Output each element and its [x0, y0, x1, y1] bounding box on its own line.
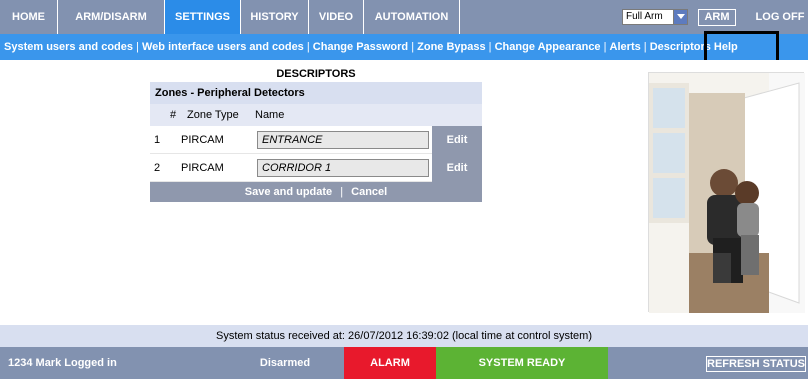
link-descriptors[interactable]: Descriptors: [650, 41, 711, 53]
arm-mode-value: Full Arm: [626, 11, 663, 22]
separator: |: [340, 186, 344, 198]
tab-arm-disarm[interactable]: ARM/DISARM: [58, 0, 165, 34]
chevron-down-icon[interactable]: [673, 10, 687, 24]
status-message: System status received at: 26/07/2012 16…: [0, 325, 808, 347]
edit-button[interactable]: Edit: [432, 126, 482, 154]
tab-automation[interactable]: AUTOMATION: [364, 0, 460, 34]
logoff-button[interactable]: LOG OFF: [752, 0, 808, 34]
bottom-status-bar: 1234 Mark Logged in Disarmed ALARM SYSTE…: [0, 347, 808, 379]
link-web-users[interactable]: Web interface users and codes: [142, 41, 304, 53]
arm-mode-select[interactable]: Full Arm: [622, 9, 688, 25]
row-num: 2: [154, 162, 161, 174]
link-change-appearance[interactable]: Change Appearance: [495, 41, 601, 53]
separator: |: [643, 41, 647, 53]
arm-button[interactable]: ARM: [698, 9, 736, 26]
separator: |: [136, 41, 139, 53]
row-zone-type: PIRCAM: [181, 134, 224, 146]
subnav-links: System users and codes | Web interface u…: [4, 34, 738, 60]
link-alerts[interactable]: Alerts: [610, 41, 641, 53]
zone-name-field[interactable]: CORRIDOR 1: [257, 159, 429, 177]
refresh-status-button[interactable]: REFRESH STATUS: [706, 356, 806, 372]
table-header: # Zone Type Name: [150, 104, 482, 126]
logged-in-user: 1234 Mark Logged in: [8, 357, 117, 369]
homeowner-photo: [648, 72, 805, 313]
disarmed-status: Disarmed: [259, 357, 311, 369]
table-row: 1 PIRCAM ENTRANCE Edit: [150, 126, 482, 154]
col-zone-type: Zone Type: [187, 109, 239, 121]
system-ready-status: SYSTEM READY: [436, 347, 608, 379]
separator: |: [488, 41, 492, 53]
photo-illustration: [649, 73, 805, 313]
save-cancel-bar: Save and update | Cancel: [150, 182, 482, 202]
table-row: 2 PIRCAM CORRIDOR 1 Edit: [150, 154, 482, 182]
col-num: #: [170, 109, 177, 121]
tab-video[interactable]: VIDEO: [309, 0, 364, 34]
tab-history[interactable]: HISTORY: [241, 0, 309, 34]
link-change-password[interactable]: Change Password: [313, 41, 408, 53]
separator: |: [411, 41, 415, 53]
top-nav-bar: HOME ARM/DISARM SETTINGS HISTORY VIDEO A…: [0, 0, 808, 34]
descriptors-table: Zones - Peripheral Detectors # Zone Type…: [150, 82, 482, 202]
zone-name-field[interactable]: ENTRANCE: [257, 131, 429, 149]
cancel-button[interactable]: Cancel: [351, 186, 387, 198]
edit-button[interactable]: Edit: [432, 154, 482, 182]
row-zone-type: PIRCAM: [181, 162, 224, 174]
settings-subnav: System users and codes | Web interface u…: [0, 34, 808, 60]
link-zone-bypass[interactable]: Zone Bypass: [417, 41, 485, 53]
save-update-button[interactable]: Save and update: [245, 186, 332, 198]
link-system-users[interactable]: System users and codes: [4, 41, 133, 53]
row-num: 1: [154, 134, 161, 146]
col-name: Name: [255, 109, 285, 121]
section-title: Zones - Peripheral Detectors: [150, 82, 482, 104]
alarm-status: ALARM: [344, 347, 436, 379]
tab-settings[interactable]: SETTINGS: [165, 0, 241, 34]
descriptors-title: DESCRIPTORS: [276, 68, 356, 80]
separator: |: [306, 41, 310, 53]
tab-home[interactable]: HOME: [0, 0, 58, 34]
separator: |: [603, 41, 607, 53]
